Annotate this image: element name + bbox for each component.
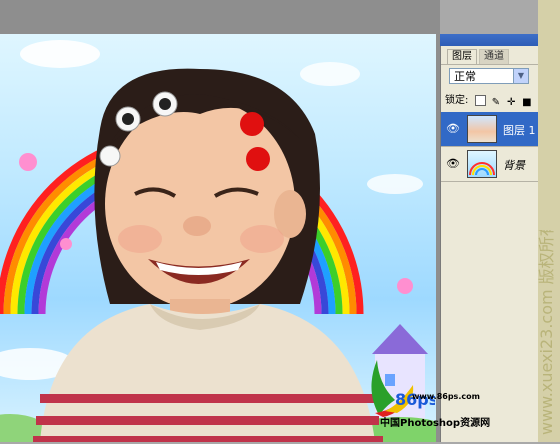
layer-name: 背景: [503, 159, 525, 172]
eye-icon[interactable]: 👁: [446, 122, 460, 136]
86ps-logo: 86ps: [371, 360, 435, 417]
panel-tabs: 图层 通道: [441, 46, 539, 65]
chevron-down-icon[interactable]: ▼: [513, 69, 528, 83]
lock-row: 锁定: ✎ ✛ ■: [445, 94, 532, 108]
layer-row-background[interactable]: 👁 背景: [441, 147, 539, 182]
site-url: www.86ps.com: [412, 392, 480, 401]
lock-icon[interactable]: ■: [522, 96, 531, 108]
panel-title-bar[interactable]: [440, 34, 538, 46]
site-name: 中国Photoshop资源网: [380, 418, 491, 429]
lock-transparency-icon[interactable]: [474, 94, 486, 106]
lock-brush-icon[interactable]: ✎: [492, 96, 501, 108]
layer-row-layer1[interactable]: 👁 图层 1: [441, 112, 539, 147]
lock-move-icon[interactable]: ✛: [507, 96, 516, 108]
tab-channels[interactable]: 通道: [479, 49, 509, 64]
eye-icon[interactable]: 👁: [446, 157, 460, 171]
layer-thumbnail: [467, 115, 497, 143]
blend-mode-select[interactable]: 正常 ▼: [449, 68, 529, 84]
watermark-vertical-text: www.xuexi23.com 版权所有: [522, 220, 560, 440]
layer-name: 图层 1: [503, 124, 536, 137]
layer-thumbnail: [467, 150, 497, 178]
lock-label: 锁定:: [445, 95, 469, 106]
blend-mode-value: 正常: [454, 70, 476, 83]
svg-text:www.xuexi23.com 版权所有: www.xuexi23.com 版权所有: [537, 230, 556, 435]
tab-layers[interactable]: 图层: [447, 49, 477, 64]
